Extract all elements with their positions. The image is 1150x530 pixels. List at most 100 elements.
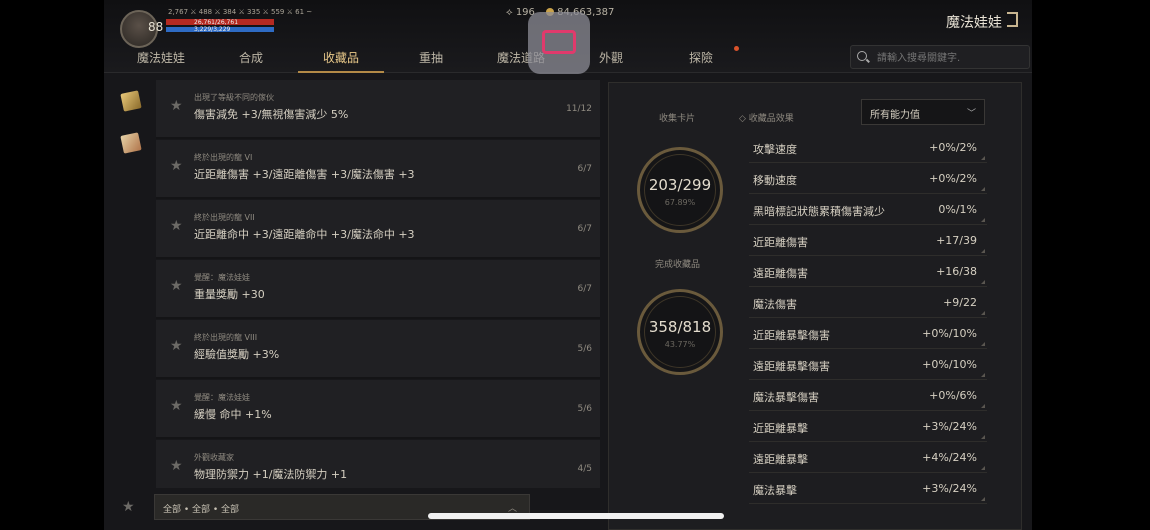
corner-mark	[981, 404, 985, 408]
stat-row: 移動速度 +0%/2%	[749, 164, 987, 194]
stat-name: 攻擊速度	[753, 143, 797, 156]
stat-value: +4%/24%	[922, 451, 977, 464]
stat-value: +3%/24%	[922, 482, 977, 495]
collection-effect: 經驗值獎勵 +3%	[194, 348, 280, 361]
stat-name: 遠距離傷害	[753, 267, 808, 280]
stat-row: 遠距離暴擊傷害 +0%/10%	[749, 350, 987, 380]
completed-label: 完成收藏品	[655, 260, 701, 270]
stat-strip: 2,767 ⚔ 488 ⚔ 384 ⚔ 335 ⚔ 559 ⚔ 61 ~	[168, 8, 313, 16]
star-icon[interactable]: ★	[170, 398, 183, 414]
cards-percent: 67.89%	[664, 198, 696, 207]
stat-row: 近距離傷害 +17/39	[749, 226, 987, 256]
star-icon[interactable]: ★	[170, 158, 183, 174]
collection-effect: 緩慢 命中 +1%	[194, 408, 272, 421]
corner-mark	[981, 311, 985, 315]
stat-name: 魔法傷害	[753, 298, 797, 311]
search-icon	[857, 51, 867, 61]
collection-title: 外觀收藏家	[194, 453, 234, 462]
stat-row: 攻擊速度 +0%/2%	[749, 133, 987, 163]
stat-row: 黑暗標記狀態累積傷害減少 0%/1%	[749, 195, 987, 225]
corner-mark	[981, 187, 985, 191]
effects-label: ◇ 收藏品效果	[739, 114, 794, 124]
tab-magic-doll[interactable]: 魔法娃娃	[116, 49, 206, 71]
book-icon[interactable]	[120, 90, 142, 112]
stat-name: 遠距離暴擊	[753, 453, 808, 466]
corner-mark	[981, 280, 985, 284]
collection-title: 終於出現的龍 VIII	[194, 333, 258, 342]
stat-value: +3%/24%	[922, 420, 977, 433]
collection-title: 終於出現的龍 VI	[194, 153, 253, 162]
cast-icon	[542, 30, 576, 54]
stat-name: 黑暗標記狀態累積傷害減少	[753, 205, 885, 218]
stat-row: 魔法暴擊傷害 +0%/6%	[749, 381, 987, 411]
stat-row: 魔法暴擊 +3%/24%	[749, 474, 987, 504]
screen-cast-overlay[interactable]	[528, 12, 590, 74]
stat-value: +16/38	[936, 265, 977, 278]
star-icon[interactable]: ★	[170, 98, 183, 114]
page-title: 魔法娃娃	[946, 15, 1002, 31]
favorites-star-icon[interactable]: ★	[122, 499, 135, 515]
corner-mark	[981, 373, 985, 377]
search-box[interactable]	[850, 45, 1030, 69]
list-item[interactable]: ★ 終於出現的龍 VII 近距離命中 +3/遠距離命中 +3/魔法命中 +3 6…	[156, 200, 600, 259]
collection-progress: 11/12	[566, 104, 592, 114]
stat-value: +0%/2%	[929, 141, 977, 154]
cards-label: 收集卡片	[659, 114, 696, 124]
collection-progress: 6/7	[577, 224, 592, 234]
stat-name: 魔法暴擊	[753, 484, 797, 497]
list-item[interactable]: ★ 覺醒：魔法娃娃 緩慢 命中 +1% 5/6	[156, 380, 600, 439]
collection-effect: 近距離命中 +3/遠距離命中 +3/魔法命中 +3	[194, 228, 415, 241]
list-item[interactable]: ★ 終於出現的龍 VIII 經驗值獎勵 +3% 5/6	[156, 320, 600, 379]
chevron-down-icon: ﹀	[966, 109, 976, 119]
stat-value: 0%/1%	[938, 203, 977, 216]
stat-row: 近距離暴擊 +3%/24%	[749, 412, 987, 442]
completed-percent: 43.77%	[664, 340, 696, 349]
collection-title: 覺醒：魔法娃娃	[194, 393, 250, 402]
corner-mark	[981, 435, 985, 439]
corner-mark	[981, 156, 985, 160]
stat-filter-dropdown[interactable]: 所有能力值 ﹀	[861, 99, 985, 125]
completed-progress-ring: 358/818 43.77%	[637, 289, 723, 375]
stat-value: +0%/6%	[929, 389, 977, 402]
tab-collection[interactable]: 收藏品	[296, 49, 386, 73]
collection-list: ★ 出現了等級不同的傢伙 傷害減免 +3/無視傷害減少 5% 11/12 ★ 終…	[156, 80, 600, 488]
stat-value: +0%/10%	[922, 358, 977, 371]
star-icon[interactable]: ★	[170, 458, 183, 474]
stat-name: 近距離傷害	[753, 236, 808, 249]
stat-row: 魔法傷害 +9/22	[749, 288, 987, 318]
notification-dot	[734, 46, 739, 51]
stat-row: 遠距離傷害 +16/38	[749, 257, 987, 287]
tab-synthesis[interactable]: 合成	[206, 49, 296, 71]
game-window: 88 2,767 ⚔ 488 ⚔ 384 ⚔ 335 ⚔ 559 ⚔ 61 ~ …	[104, 0, 1032, 530]
star-icon[interactable]: ★	[170, 338, 183, 354]
collection-effect: 近距離傷害 +3/遠距離傷害 +3/魔法傷害 +3	[194, 168, 415, 181]
stat-value: +17/39	[936, 234, 977, 247]
collection-progress: 6/7	[577, 284, 592, 294]
star-icon[interactable]: ★	[170, 278, 183, 294]
character-level: 88	[148, 20, 164, 34]
list-item[interactable]: ★ 覺醒：魔法娃娃 重量獎勵 +30 6/7	[156, 260, 600, 319]
corner-mark	[981, 497, 985, 501]
list-item[interactable]: ★ 出現了等級不同的傢伙 傷害減免 +3/無視傷害減少 5% 11/12	[156, 80, 600, 139]
stat-value: +0%/2%	[929, 172, 977, 185]
list-item[interactable]: ★ 外觀收藏家 物理防禦力 +1/魔法防禦力 +1 4/5	[156, 440, 600, 488]
search-input[interactable]	[875, 49, 1029, 67]
stat-name: 遠距離暴擊傷害	[753, 360, 830, 373]
collection-progress: 6/7	[577, 164, 592, 174]
card-book-icon[interactable]	[120, 132, 142, 154]
collection-progress: 5/6	[577, 344, 592, 354]
collection-title: 終於出現的龍 VII	[194, 213, 255, 222]
stat-name: 移動速度	[753, 174, 797, 187]
collection-effect: 重量獎勵 +30	[194, 288, 265, 301]
collection-effect: 物理防禦力 +1/魔法防禦力 +1	[194, 468, 348, 481]
star-icon[interactable]: ★	[170, 218, 183, 234]
tab-adventure[interactable]: 探險	[656, 49, 746, 71]
list-item[interactable]: ★ 終於出現的龍 VI 近距離傷害 +3/遠距離傷害 +3/魔法傷害 +3 6/…	[156, 140, 600, 199]
menu-icon[interactable]	[1007, 12, 1018, 27]
completed-count: 358/818	[648, 318, 712, 336]
corner-mark	[981, 249, 985, 253]
home-indicator[interactable]	[428, 513, 724, 519]
corner-mark	[981, 466, 985, 470]
collection-effect: 傷害減免 +3/無視傷害減少 5%	[194, 108, 349, 121]
tab-reroll[interactable]: 重抽	[386, 49, 476, 71]
